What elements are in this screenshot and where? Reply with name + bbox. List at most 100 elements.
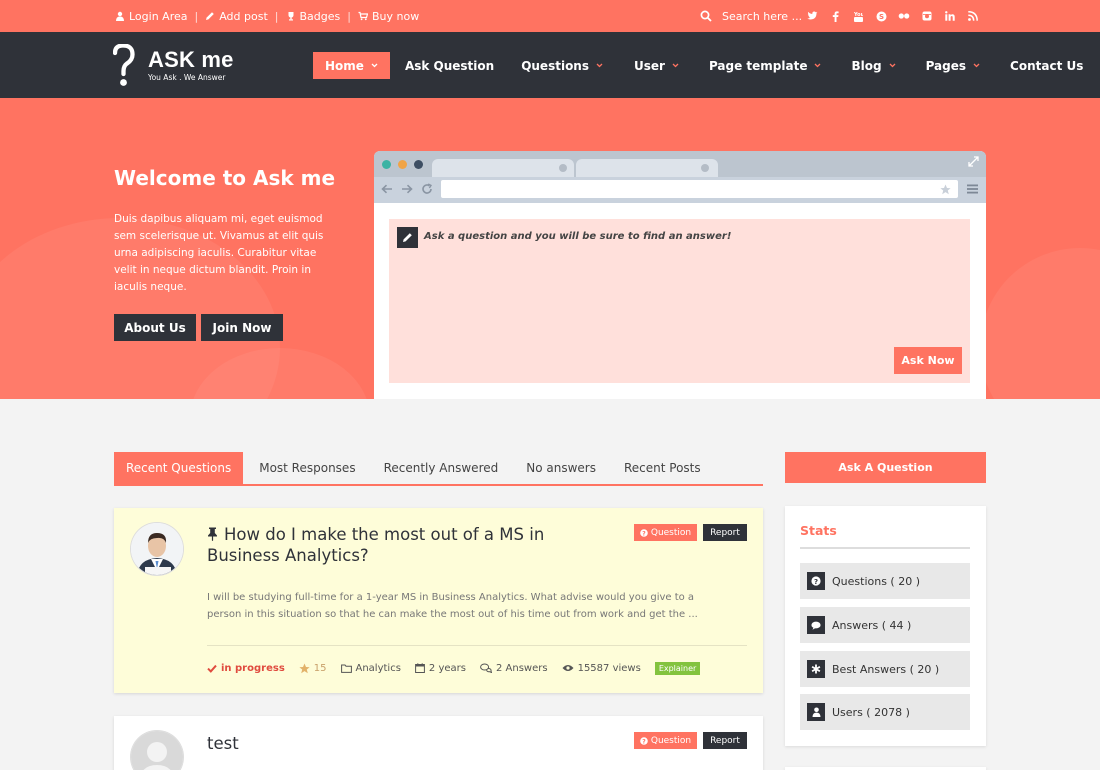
- browser-tab: [576, 159, 718, 177]
- star-icon: [299, 663, 310, 673]
- nav-item-page-template[interactable]: Page template: [709, 52, 822, 79]
- separator: |: [194, 9, 199, 23]
- divider: [800, 547, 970, 549]
- nav-item-blog[interactable]: Blog: [851, 52, 896, 79]
- avatar[interactable]: [131, 523, 183, 575]
- badges-link[interactable]: Badges: [286, 9, 341, 23]
- youtube-icon[interactable]: You: [852, 10, 864, 22]
- nav-item-label: Page template: [708, 58, 808, 73]
- views: 15587 views: [562, 663, 641, 674]
- svg-text:S: S: [879, 13, 884, 21]
- buy-now-link[interactable]: Buy now: [358, 10, 419, 23]
- pencil-icon: [397, 227, 418, 248]
- flickr-icon[interactable]: [898, 10, 910, 22]
- category-link[interactable]: Analytics: [340, 662, 401, 674]
- nav-item-questions[interactable]: Questions: [521, 52, 603, 79]
- browser-minimize-dot: [398, 160, 407, 169]
- cart-icon: [358, 11, 368, 21]
- report-button[interactable]: Report: [703, 524, 747, 541]
- report-button[interactable]: Report: [703, 732, 747, 749]
- chevron-down-icon: [596, 63, 603, 68]
- check-icon: [207, 664, 217, 673]
- facebook-icon[interactable]: [829, 10, 841, 22]
- nav-item-label: Contact Us: [1010, 58, 1084, 73]
- tab-most-responses[interactable]: Most Responses: [259, 452, 355, 484]
- rating-value: 15: [313, 662, 327, 674]
- ask-now-button[interactable]: Ask Now: [894, 347, 962, 374]
- nav-item-pages[interactable]: Pages: [926, 52, 980, 79]
- tag-badge[interactable]: Explainer: [654, 661, 701, 675]
- buy-now-label: Buy now: [371, 9, 420, 23]
- stat-best-answers[interactable]: Best Answers ( 20 ): [800, 651, 970, 687]
- question-badge-label: Question: [650, 735, 692, 746]
- star-icon: [940, 184, 951, 195]
- nav-item-label: Questions: [521, 58, 589, 73]
- avatar[interactable]: [131, 731, 183, 770]
- question-mark-logo-icon: [113, 44, 135, 86]
- rss-icon[interactable]: [967, 10, 979, 22]
- nav-item-ask-question[interactable]: Ask Question: [405, 52, 494, 79]
- pin-icon: [208, 527, 217, 541]
- post-time: 2 years: [415, 663, 466, 674]
- question-badge[interactable]: ? Question: [634, 732, 697, 749]
- badges-label: Badges: [299, 9, 341, 23]
- linkedin-icon[interactable]: [944, 10, 956, 22]
- expand-icon: [968, 156, 979, 167]
- question-title[interactable]: test: [207, 733, 239, 754]
- hero-background-texture: [980, 248, 1100, 399]
- search-box[interactable]: Search here ...: [700, 0, 802, 32]
- trophy-icon: [288, 12, 293, 21]
- tab-dot: [701, 164, 709, 172]
- answers-link[interactable]: 2 Answers: [480, 663, 548, 674]
- nav-item-label: Pages: [925, 58, 967, 73]
- chevron-down-icon: [371, 63, 378, 68]
- tab-recent-posts[interactable]: Recent Posts: [624, 452, 701, 484]
- question-card: How do I make the most out of a MS in Bu…: [114, 508, 763, 693]
- about-us-button[interactable]: About Us: [114, 314, 196, 341]
- join-now-button[interactable]: Join Now: [201, 314, 283, 341]
- question-title-text: How do I make the most out of a MS in Bu…: [207, 525, 545, 565]
- stat-answers[interactable]: Answers ( 44 ): [800, 607, 970, 643]
- asterisk-icon: [807, 660, 825, 678]
- browser-tab: [432, 159, 574, 177]
- twitter-icon[interactable]: [806, 10, 818, 22]
- add-post-link[interactable]: Add post: [205, 10, 268, 23]
- skype-icon[interactable]: S: [875, 10, 887, 22]
- site-logo[interactable]: ASK me You Ask . We Answer: [113, 43, 253, 89]
- post-time-label: 2 years: [428, 662, 466, 674]
- hero-title: Welcome to Ask me: [114, 166, 336, 190]
- ask-a-question-button[interactable]: Ask A Question: [785, 452, 986, 483]
- tab-recently-answered[interactable]: Recently Answered: [384, 452, 499, 484]
- ask-question-box[interactable]: Ask a question and you will be sure to f…: [389, 219, 970, 383]
- stat-questions[interactable]: ? Questions ( 20 ): [800, 563, 970, 599]
- tab-recent-questions[interactable]: Recent Questions: [114, 452, 244, 484]
- chevron-down-icon: [889, 63, 896, 68]
- social-links: You S: [806, 0, 990, 32]
- top-links: Login Area | Add post | Badges | Buy now: [115, 0, 419, 32]
- add-post-label: Add post: [219, 9, 268, 23]
- chevron-down-icon: [815, 63, 821, 68]
- search-input[interactable]: Search here ...: [722, 10, 802, 23]
- nav-item-contact-us[interactable]: Contact Us: [1010, 52, 1083, 79]
- nav-item-label: Blog: [851, 58, 882, 73]
- category-label: Analytics: [355, 662, 401, 674]
- instagram-icon[interactable]: [921, 10, 933, 22]
- ask-question-input[interactable]: Ask a question and you will be sure to f…: [424, 231, 731, 242]
- nav-item-user[interactable]: User: [634, 52, 679, 79]
- question-badge[interactable]: ? Question: [634, 524, 697, 541]
- main-nav: Home Ask Question Questions User Page te…: [313, 52, 1083, 79]
- hero-section: Welcome to Ask me Duis dapibus aliquam m…: [0, 98, 1100, 399]
- login-area-link[interactable]: Login Area: [115, 10, 188, 23]
- tab-no-answers[interactable]: No answers: [526, 452, 596, 484]
- stat-users[interactable]: Users ( 2078 ): [800, 694, 970, 730]
- folder-icon: [340, 664, 352, 673]
- question-badge-label: Question: [650, 527, 692, 538]
- logo-name: ASK me: [148, 47, 234, 72]
- forward-arrow-icon: [402, 184, 413, 194]
- question-icon: ?: [807, 572, 825, 590]
- status-label: in progress: [221, 662, 285, 674]
- calendar-icon: [415, 663, 425, 673]
- question-title[interactable]: How do I make the most out of a MS in Bu…: [207, 524, 607, 566]
- nav-item-home[interactable]: Home: [313, 52, 390, 79]
- stat-label: Best Answers ( 20 ): [832, 662, 940, 676]
